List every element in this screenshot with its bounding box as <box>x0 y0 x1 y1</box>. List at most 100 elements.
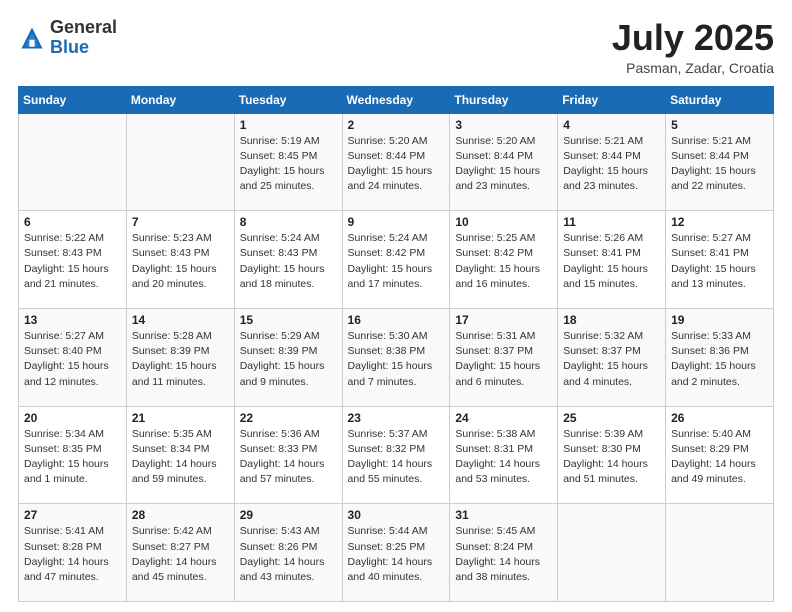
day-info: Sunrise: 5:44 AMSunset: 8:25 PMDaylight:… <box>348 524 445 585</box>
calendar-cell: 12Sunrise: 5:27 AMSunset: 8:41 PMDayligh… <box>666 211 774 309</box>
calendar-week-5: 27 Sunrise: 5:41 AMSunset: 8:28 PMDayligh… <box>19 504 774 602</box>
day-number: 13 <box>24 313 121 327</box>
col-tuesday: Tuesday <box>234 86 342 113</box>
calendar-cell: 19 Sunrise: 5:33 AMSunset: 8:36 PMDayligh… <box>666 308 774 406</box>
calendar-cell: 13 Sunrise: 5:27 AMSunset: 8:40 PMDayligh… <box>19 308 127 406</box>
calendar-cell: 7 Sunrise: 5:23 AMSunset: 8:43 PMDaylight… <box>126 211 234 309</box>
day-info: Sunrise: 5:31 AMSunset: 8:37 PMDaylight:… <box>455 329 552 390</box>
day-number: 19 <box>671 313 768 327</box>
day-number: 23 <box>348 411 445 425</box>
calendar-cell: 27 Sunrise: 5:41 AMSunset: 8:28 PMDayligh… <box>19 504 127 602</box>
day-info: Sunrise: 5:35 AMSunset: 8:34 PMDaylight:… <box>132 427 229 488</box>
day-number: 7 <box>132 215 229 229</box>
day-info: Sunrise: 5:22 AMSunset: 8:43 PMDaylight:… <box>24 231 121 292</box>
calendar-cell: 6Sunrise: 5:22 AMSunset: 8:43 PMDaylight… <box>19 211 127 309</box>
calendar-cell: 22Sunrise: 5:36 AMSunset: 8:33 PMDayligh… <box>234 406 342 504</box>
day-info: Sunrise: 5:43 AMSunset: 8:26 PMDaylight:… <box>240 524 337 585</box>
calendar-cell: 17 Sunrise: 5:31 AMSunset: 8:37 PMDayligh… <box>450 308 558 406</box>
day-info: Sunrise: 5:40 AMSunset: 8:29 PMDaylight:… <box>671 427 768 488</box>
calendar-week-3: 13 Sunrise: 5:27 AMSunset: 8:40 PMDayligh… <box>19 308 774 406</box>
day-number: 30 <box>348 508 445 522</box>
day-info: Sunrise: 5:34 AMSunset: 8:35 PMDaylight:… <box>24 427 121 488</box>
day-number: 5 <box>671 118 768 132</box>
day-info: Sunrise: 5:27 AMSunset: 8:40 PMDaylight:… <box>24 329 121 390</box>
calendar-cell: 3 Sunrise: 5:20 AMSunset: 8:44 PMDaylight… <box>450 113 558 211</box>
calendar-cell: 29 Sunrise: 5:43 AMSunset: 8:26 PMDayligh… <box>234 504 342 602</box>
day-info: Sunrise: 5:32 AMSunset: 8:37 PMDaylight:… <box>563 329 660 390</box>
calendar-cell: 18 Sunrise: 5:32 AMSunset: 8:37 PMDayligh… <box>558 308 666 406</box>
calendar-cell: 23 Sunrise: 5:37 AMSunset: 8:32 PMDayligh… <box>342 406 450 504</box>
day-info: Sunrise: 5:20 AMSunset: 8:44 PMDaylight:… <box>455 134 552 195</box>
calendar-cell: 11 Sunrise: 5:26 AMSunset: 8:41 PMDayligh… <box>558 211 666 309</box>
logo-icon <box>18 24 46 52</box>
col-friday: Friday <box>558 86 666 113</box>
calendar-cell: 8 Sunrise: 5:24 AMSunset: 8:43 PMDaylight… <box>234 211 342 309</box>
month-year: July 2025 <box>612 18 774 58</box>
day-info: Sunrise: 5:41 AMSunset: 8:28 PMDaylight:… <box>24 524 121 585</box>
calendar-cell: 9Sunrise: 5:24 AMSunset: 8:42 PMDaylight… <box>342 211 450 309</box>
day-number: 28 <box>132 508 229 522</box>
day-info: Sunrise: 5:30 AMSunset: 8:38 PMDaylight:… <box>348 329 445 390</box>
day-info: Sunrise: 5:24 AMSunset: 8:42 PMDaylight:… <box>348 231 445 292</box>
page: General Blue July 2025 Pasman, Zadar, Cr… <box>0 0 792 612</box>
day-number: 2 <box>348 118 445 132</box>
header-row: Sunday Monday Tuesday Wednesday Thursday… <box>19 86 774 113</box>
calendar-cell: 25Sunrise: 5:39 AMSunset: 8:30 PMDayligh… <box>558 406 666 504</box>
day-number: 3 <box>455 118 552 132</box>
col-sunday: Sunday <box>19 86 127 113</box>
day-number: 11 <box>563 215 660 229</box>
day-info: Sunrise: 5:33 AMSunset: 8:36 PMDaylight:… <box>671 329 768 390</box>
day-number: 20 <box>24 411 121 425</box>
day-info: Sunrise: 5:24 AMSunset: 8:43 PMDaylight:… <box>240 231 337 292</box>
day-number: 27 <box>24 508 121 522</box>
day-info: Sunrise: 5:19 AMSunset: 8:45 PMDaylight:… <box>240 134 337 195</box>
day-number: 18 <box>563 313 660 327</box>
logo-general-text: General <box>50 17 117 37</box>
calendar-week-1: 1Sunrise: 5:19 AMSunset: 8:45 PMDaylight… <box>19 113 774 211</box>
day-info: Sunrise: 5:36 AMSunset: 8:33 PMDaylight:… <box>240 427 337 488</box>
col-monday: Monday <box>126 86 234 113</box>
calendar-cell: 5Sunrise: 5:21 AMSunset: 8:44 PMDaylight… <box>666 113 774 211</box>
col-thursday: Thursday <box>450 86 558 113</box>
day-info: Sunrise: 5:37 AMSunset: 8:32 PMDaylight:… <box>348 427 445 488</box>
calendar-cell: 1Sunrise: 5:19 AMSunset: 8:45 PMDaylight… <box>234 113 342 211</box>
day-info: Sunrise: 5:39 AMSunset: 8:30 PMDaylight:… <box>563 427 660 488</box>
day-number: 26 <box>671 411 768 425</box>
calendar-cell: 24Sunrise: 5:38 AMSunset: 8:31 PMDayligh… <box>450 406 558 504</box>
day-number: 17 <box>455 313 552 327</box>
calendar-week-2: 6Sunrise: 5:22 AMSunset: 8:43 PMDaylight… <box>19 211 774 309</box>
day-info: Sunrise: 5:23 AMSunset: 8:43 PMDaylight:… <box>132 231 229 292</box>
day-info: Sunrise: 5:27 AMSunset: 8:41 PMDaylight:… <box>671 231 768 292</box>
logo-blue-text: Blue <box>50 37 89 57</box>
calendar-cell: 20 Sunrise: 5:34 AMSunset: 8:35 PMDayligh… <box>19 406 127 504</box>
day-number: 31 <box>455 508 552 522</box>
header: General Blue July 2025 Pasman, Zadar, Cr… <box>18 18 774 76</box>
calendar-cell: 28 Sunrise: 5:42 AMSunset: 8:27 PMDayligh… <box>126 504 234 602</box>
day-number: 8 <box>240 215 337 229</box>
calendar-table: Sunday Monday Tuesday Wednesday Thursday… <box>18 86 774 602</box>
day-info: Sunrise: 5:25 AMSunset: 8:42 PMDaylight:… <box>455 231 552 292</box>
calendar-week-4: 20 Sunrise: 5:34 AMSunset: 8:35 PMDayligh… <box>19 406 774 504</box>
day-number: 10 <box>455 215 552 229</box>
calendar-cell: 31 Sunrise: 5:45 AMSunset: 8:24 PMDayligh… <box>450 504 558 602</box>
calendar-cell: 2Sunrise: 5:20 AMSunset: 8:44 PMDaylight… <box>342 113 450 211</box>
day-info: Sunrise: 5:21 AMSunset: 8:44 PMDaylight:… <box>563 134 660 195</box>
logo: General Blue <box>18 18 117 58</box>
day-number: 16 <box>348 313 445 327</box>
calendar-cell: 16 Sunrise: 5:30 AMSunset: 8:38 PMDayligh… <box>342 308 450 406</box>
calendar-cell: 14Sunrise: 5:28 AMSunset: 8:39 PMDayligh… <box>126 308 234 406</box>
col-wednesday: Wednesday <box>342 86 450 113</box>
calendar-body: 1Sunrise: 5:19 AMSunset: 8:45 PMDaylight… <box>19 113 774 601</box>
calendar-cell: 4Sunrise: 5:21 AMSunset: 8:44 PMDaylight… <box>558 113 666 211</box>
day-info: Sunrise: 5:38 AMSunset: 8:31 PMDaylight:… <box>455 427 552 488</box>
calendar-cell: 15Sunrise: 5:29 AMSunset: 8:39 PMDayligh… <box>234 308 342 406</box>
day-info: Sunrise: 5:26 AMSunset: 8:41 PMDaylight:… <box>563 231 660 292</box>
day-info: Sunrise: 5:42 AMSunset: 8:27 PMDaylight:… <box>132 524 229 585</box>
day-number: 29 <box>240 508 337 522</box>
logo-text: General Blue <box>50 18 117 58</box>
day-number: 14 <box>132 313 229 327</box>
location: Pasman, Zadar, Croatia <box>612 60 774 76</box>
calendar-header: Sunday Monday Tuesday Wednesday Thursday… <box>19 86 774 113</box>
calendar-cell: 21Sunrise: 5:35 AMSunset: 8:34 PMDayligh… <box>126 406 234 504</box>
day-info: Sunrise: 5:45 AMSunset: 8:24 PMDaylight:… <box>455 524 552 585</box>
